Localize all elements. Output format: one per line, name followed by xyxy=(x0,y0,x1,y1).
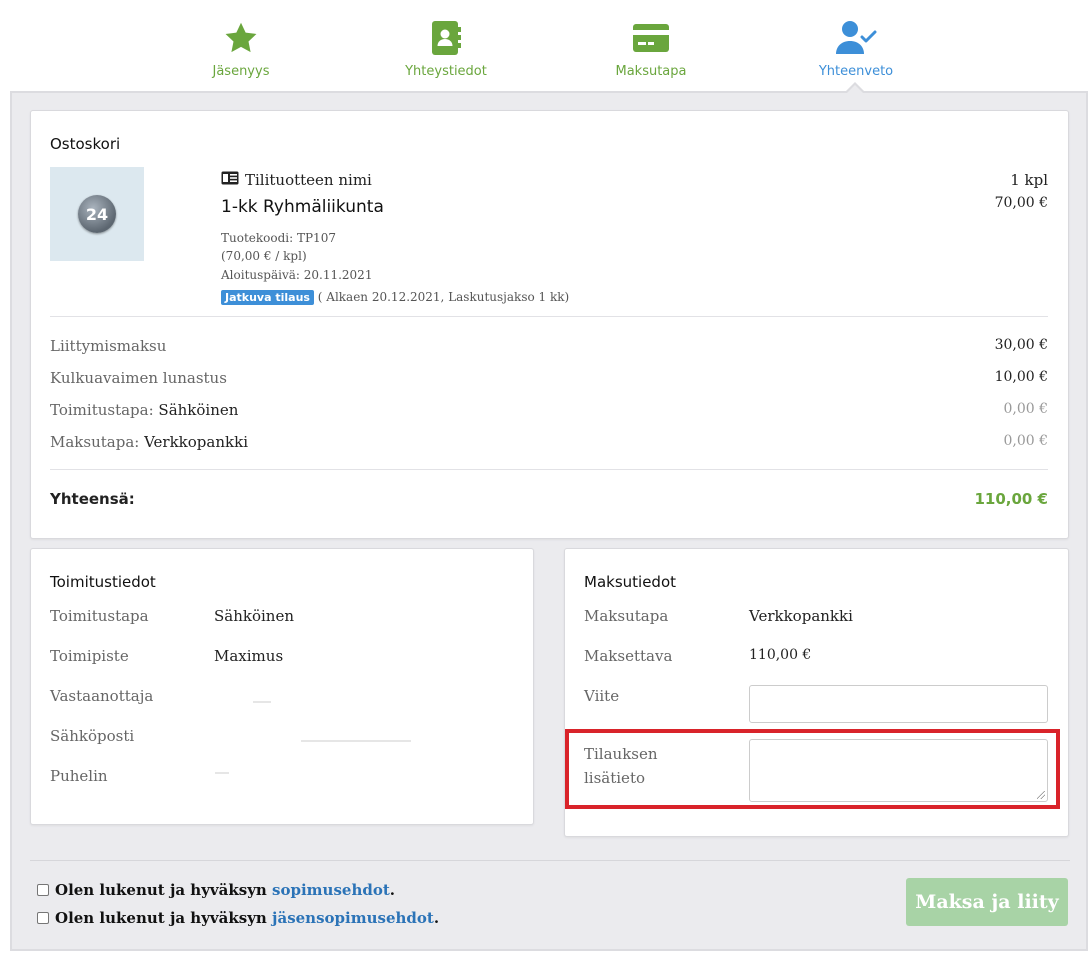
cart-line-payment: Maksutapa: Verkkopankki 0,00 € xyxy=(50,433,1048,457)
terms-checkbox[interactable] xyxy=(37,884,49,896)
product-price: 70,00 € xyxy=(994,195,1048,211)
row-value: Verkkopankki xyxy=(749,607,853,625)
step-label: Yhteenveto xyxy=(818,64,894,79)
payment-method-row: Maksutapa Verkkopankki xyxy=(584,607,1044,629)
checkout-steps: Jäsenyys Yhteystiedot Maksutapa Yhteenve… xyxy=(0,0,1090,92)
row-key: Vastaanottaja xyxy=(50,687,154,705)
row-value: Sähköinen xyxy=(214,607,294,625)
product-logo: 24 xyxy=(78,195,116,233)
terms-link[interactable]: sopimusehdot xyxy=(272,881,390,899)
row-key: Puhelin xyxy=(50,767,108,785)
credit-card-icon xyxy=(581,18,721,58)
total-amount: 110,00 € xyxy=(974,490,1048,508)
membership-terms-row: Olen lukenut ja hyväksyn jäsensopimusehd… xyxy=(37,909,439,927)
user-check-icon xyxy=(786,18,926,58)
cart-line-delivery: Toimitustapa: Sähköinen 0,00 € xyxy=(50,401,1048,425)
total-label: Yhteensä: xyxy=(50,490,135,508)
payment-info-title: Maksutiedot xyxy=(584,573,676,591)
line-amount: 0,00 € xyxy=(1003,401,1048,417)
row-value: Maximus xyxy=(214,647,284,665)
row-key: Toimitustapa xyxy=(50,607,149,625)
cart-line-joining-fee: Liittymismaksu 30,00 € xyxy=(50,337,1048,361)
amount-due-row: Maksettava 110,00 € xyxy=(584,647,1044,669)
product-code: Tuotekoodi: TP107 xyxy=(221,231,336,245)
email-row: Sähköposti xyxy=(50,727,510,749)
reference-row: Viite xyxy=(584,687,744,709)
delivery-method-row: Toimitustapa Sähköinen xyxy=(50,607,510,629)
subscription-info: ( Alkaen 20.12.2021, Laskutusjakso 1 kk) xyxy=(317,290,570,304)
product-type: Tilituotteen nimi xyxy=(221,171,372,189)
delivery-info-title: Toimitustiedot xyxy=(50,573,156,591)
terms-agreement-row: Olen lukenut ja hyväksyn sopimusehdot. xyxy=(37,881,395,899)
step-membership[interactable]: Jäsenyys xyxy=(171,18,311,79)
line-label: Toimitustapa: Sähköinen xyxy=(50,401,239,419)
redacted-value xyxy=(301,740,411,742)
row-value: 110,00 € xyxy=(749,647,812,663)
row-key: Maksutapa xyxy=(584,607,669,625)
unit-price: (70,00 € / kpl) xyxy=(221,249,307,263)
product-type-label: Tilituotteen nimi xyxy=(245,171,372,189)
line-amount: 10,00 € xyxy=(994,369,1048,385)
contact-book-icon xyxy=(376,18,516,58)
step-label: Yhteystiedot xyxy=(405,64,487,79)
product-name: 1-kk Ryhmäliikunta xyxy=(221,197,384,217)
divider xyxy=(50,469,1048,470)
delivery-info-card: Toimitustiedot Toimitustapa Sähköinen To… xyxy=(30,548,534,825)
branch-row: Toimipiste Maximus xyxy=(50,647,510,669)
pay-and-join-button[interactable]: Maksa ja liity xyxy=(906,878,1068,926)
divider xyxy=(30,860,1070,861)
divider xyxy=(50,316,1048,317)
product-image: 24 xyxy=(50,167,144,261)
subscription-info-row: Jatkuva tilaus ( Alkaen 20.12.2021, Lask… xyxy=(221,290,569,305)
line-label: Kulkuavaimen lunastus xyxy=(50,369,227,387)
step-label: Maksutapa xyxy=(615,64,687,79)
step-contact-info[interactable]: Yhteystiedot xyxy=(376,18,516,79)
cart-title: Ostoskori xyxy=(50,135,121,153)
reference-label: Viite xyxy=(584,687,620,705)
redacted-value xyxy=(253,701,271,703)
membership-terms-link[interactable]: jäsensopimusehdot xyxy=(272,909,434,927)
line-label: Liittymismaksu xyxy=(50,337,167,355)
product-quantity: 1 kpl xyxy=(1010,171,1048,189)
line-value: Verkkopankki xyxy=(144,433,248,451)
start-date: Aloituspäivä: 20.11.2021 xyxy=(221,268,373,282)
line-value: Sähköinen xyxy=(158,401,239,419)
membership-terms-checkbox[interactable] xyxy=(37,912,49,924)
reference-input[interactable] xyxy=(749,685,1048,723)
shopping-cart-card: Ostoskori 24 Tilituotteen nimi 1-kk Ryhm… xyxy=(30,110,1069,539)
subscription-badge: Jatkuva tilaus xyxy=(221,290,314,305)
row-key: Sähköposti xyxy=(50,727,135,745)
step-label: Jäsenyys xyxy=(212,64,270,79)
row-key: Toimipiste xyxy=(50,647,129,665)
cart-line-key-fee: Kulkuavaimen lunastus 10,00 € xyxy=(50,369,1048,393)
star-icon xyxy=(171,18,311,58)
line-label: Maksutapa: Verkkopankki xyxy=(50,433,248,451)
row-key: Maksettava xyxy=(584,647,673,665)
step-summary[interactable]: Yhteenveto xyxy=(786,18,926,79)
id-card-icon xyxy=(221,171,239,189)
line-amount: 30,00 € xyxy=(994,337,1048,353)
highlight-box xyxy=(565,729,1060,809)
recipient-row: Vastaanottaja xyxy=(50,687,510,709)
phone-row: Puhelin xyxy=(50,767,510,789)
step-payment-method[interactable]: Maksutapa xyxy=(581,18,721,79)
redacted-value xyxy=(215,772,229,774)
line-amount: 0,00 € xyxy=(1003,433,1048,449)
